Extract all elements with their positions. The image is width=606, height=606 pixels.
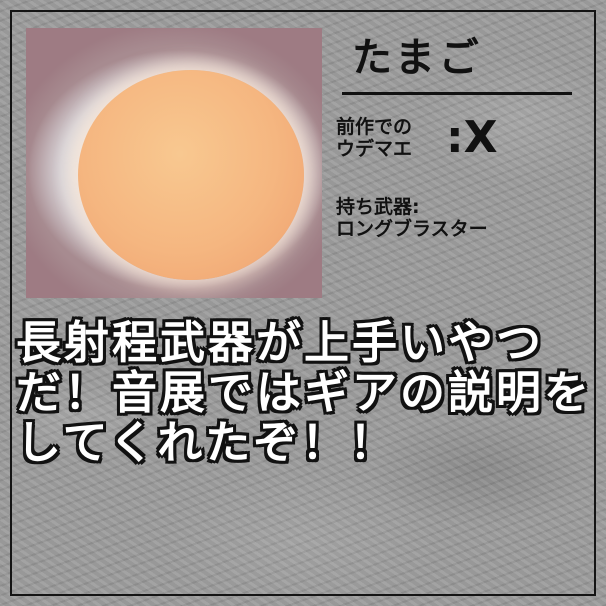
name-underline [342, 92, 572, 95]
rank-label-line2: ウデマエ [336, 137, 413, 160]
rank-label: 前作での ウデマエ [336, 116, 444, 160]
player-name: たまご [352, 35, 483, 81]
profile-card: たまご 前作での ウデマエ : X 持ち武器: ロングブラスター 長射程武器が上… [0, 0, 606, 606]
egg-rim [26, 28, 322, 298]
rank-colon: : [446, 112, 464, 163]
weapon-block: 持ち武器: ロングブラスター [336, 196, 488, 240]
rank-row: 前作での ウデマエ : X [336, 112, 500, 163]
rank-label-line1: 前作での [336, 115, 413, 138]
weapon-label: 持ち武器: [336, 196, 420, 218]
rank-value: X [463, 112, 500, 163]
weapon-value: ロングブラスター [336, 218, 488, 240]
comment-text: 長射程武器が上手いやつだ！音展ではギアの説明をしてくれたぞ！！ [16, 316, 593, 469]
fried-egg-photo-icon [26, 28, 322, 298]
